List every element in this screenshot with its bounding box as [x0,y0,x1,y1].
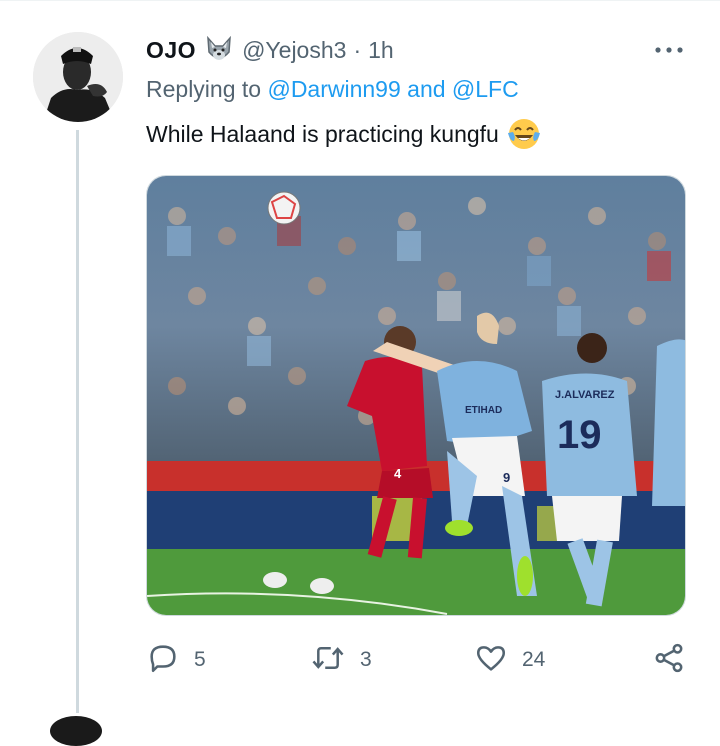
reply-icon [146,641,180,680]
author-name[interactable]: OJO [146,37,196,64]
replying-to-label: Replying to [146,76,262,102]
right-jersey-number: 9 [503,470,510,485]
replying-to-line: Replying to @Darwinn99 and @LFC [146,76,519,103]
back-jersey-name: J.ALVAREZ [555,389,615,401]
like-button[interactable]: 24 [474,640,545,680]
share-icon [652,641,686,680]
tears-of-joy-emoji-icon [507,117,541,151]
thread-line [76,130,79,713]
tweet-text: While Halaand is practicing kungfu [146,117,541,151]
tweet-media-photo[interactable]: 4 ETIHAD 9 J.ALVAREZ 19 [146,175,686,616]
more-options-icon[interactable] [652,36,686,64]
football-match-photo: 4 ETIHAD 9 J.ALVAREZ 19 [147,176,685,615]
avatar[interactable] [33,32,123,122]
like-count: 24 [522,648,546,671]
top-divider [0,0,720,1]
mention-lfc[interactable]: @LFC [452,76,519,102]
separator-dot: · [353,36,362,63]
heart-icon [474,641,508,680]
back-jersey-number: 19 [557,413,602,457]
mention-darwinn99[interactable]: @Darwinn99 [267,76,400,102]
tweet-time[interactable]: 1h [368,37,394,64]
wolf-emoji-icon [204,36,234,64]
mention-and[interactable]: and [407,76,445,102]
avatar-photo [33,32,123,122]
next-reply-avatar[interactable] [50,716,102,746]
share-button[interactable] [652,640,686,680]
reply-count: 5 [194,648,206,671]
retweet-icon [310,641,346,680]
reply-button[interactable]: 5 [146,640,206,680]
shirt-sponsor: ETIHAD [465,405,502,416]
tweet-actions: 5 3 24 [146,640,690,680]
retweet-button[interactable]: 3 [310,640,372,680]
left-jersey-number: 4 [394,466,402,481]
tweet-body: While Halaand is practicing kungfu [146,120,499,147]
tweet-header: OJO @Yejosh3 · 1h [146,30,394,70]
author-handle[interactable]: @Yejosh3 [242,37,346,64]
retweet-count: 3 [360,648,372,671]
